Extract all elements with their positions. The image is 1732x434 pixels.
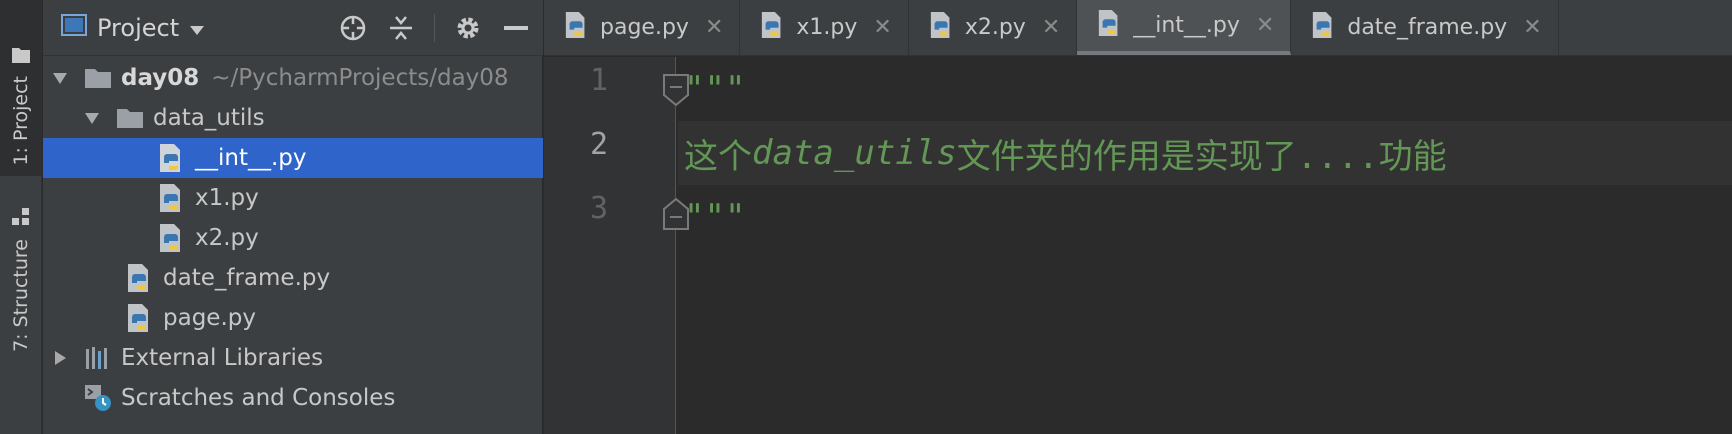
tree-node-x2-py[interactable]: x2.py bbox=[43, 218, 543, 258]
tab-label: x2.py bbox=[964, 15, 1026, 40]
docstring-open: """ bbox=[684, 69, 746, 109]
code-line-1: """ bbox=[678, 57, 1732, 121]
line-number: 2 bbox=[589, 127, 608, 162]
tree-label: data_utils bbox=[153, 105, 265, 131]
structure-tool-label: 7: Structure bbox=[10, 239, 32, 352]
python-file-icon bbox=[929, 11, 955, 45]
tab-x2-py[interactable]: x2.py ✕ bbox=[909, 0, 1078, 55]
close-icon[interactable]: ✕ bbox=[1256, 13, 1274, 38]
line-number: 3 bbox=[589, 191, 608, 226]
docstring-close: """ bbox=[684, 197, 746, 237]
tree-label: x2.py bbox=[195, 225, 259, 251]
editor-area: page.py ✕ x1.py ✕ x2.py ✕ __int__.py ✕ d… bbox=[544, 0, 1732, 434]
close-icon[interactable]: ✕ bbox=[873, 15, 891, 40]
folder-icon bbox=[11, 46, 31, 68]
project-panel: Project day08 ~/PycharmProjects/day08 da… bbox=[43, 0, 543, 434]
gear-icon[interactable] bbox=[453, 13, 483, 43]
python-file-icon bbox=[157, 183, 187, 213]
project-panel-header: Project bbox=[43, 0, 543, 56]
tree-label: page.py bbox=[163, 305, 256, 331]
tab-label: __int__.py bbox=[1133, 13, 1240, 38]
tree-node-date-frame-py[interactable]: date_frame.py bbox=[43, 258, 543, 298]
code-line-2: 这个 data_utils 文件夹的作用是实现了....功能 bbox=[678, 121, 1732, 185]
project-tool-label: 1: Project bbox=[10, 76, 32, 166]
pycharm-window: 1: Project 7: Structure Project day08 ~/… bbox=[0, 0, 1732, 434]
structure-icon bbox=[11, 207, 31, 231]
tree-label: x1.py bbox=[195, 185, 259, 211]
folder-icon bbox=[83, 63, 113, 93]
tree-node-scratches[interactable]: Scratches and Consoles bbox=[43, 378, 543, 418]
close-icon[interactable]: ✕ bbox=[705, 15, 723, 40]
tree-node-x1-py[interactable]: x1.py bbox=[43, 178, 543, 218]
project-view-selector[interactable]: Project bbox=[61, 12, 205, 44]
python-file-icon bbox=[157, 143, 187, 173]
line-number: 1 bbox=[589, 63, 608, 98]
chevron-down-icon bbox=[189, 14, 205, 42]
locate-icon[interactable] bbox=[338, 13, 368, 43]
project-panel-title: Project bbox=[97, 14, 180, 42]
python-file-icon bbox=[125, 303, 155, 333]
hide-panel-icon[interactable] bbox=[501, 13, 531, 43]
project-panel-actions bbox=[338, 10, 531, 46]
python-file-icon bbox=[157, 223, 187, 253]
code-line-3: """ bbox=[678, 185, 1732, 249]
folder-icon bbox=[115, 103, 145, 133]
tool-window-strip: 1: Project 7: Structure bbox=[0, 0, 42, 434]
tab-label: page.py bbox=[600, 15, 689, 40]
tab-x1-py[interactable]: x1.py ✕ bbox=[740, 0, 909, 55]
editor-gutter[interactable]: 1 2 3 bbox=[544, 57, 689, 434]
header-divider bbox=[434, 14, 435, 42]
expand-arrow-icon[interactable] bbox=[51, 69, 69, 87]
tree-path: ~/PycharmProjects/day08 bbox=[211, 65, 509, 91]
structure-tool-button[interactable]: 7: Structure bbox=[0, 190, 42, 362]
tree-label: date_frame.py bbox=[163, 265, 331, 291]
python-file-icon bbox=[564, 11, 590, 45]
tab-page-py[interactable]: page.py ✕ bbox=[544, 0, 741, 55]
tree-label: Scratches and Consoles bbox=[121, 385, 396, 411]
tree-label: day08 bbox=[121, 65, 200, 91]
tree-node-page-py[interactable]: page.py bbox=[43, 298, 543, 338]
libraries-icon bbox=[83, 343, 113, 373]
tree-node-day08[interactable]: day08 ~/PycharmProjects/day08 bbox=[43, 58, 543, 98]
python-file-icon bbox=[760, 11, 786, 45]
tree-label: __int__.py bbox=[195, 145, 307, 171]
project-tree: day08 ~/PycharmProjects/day08 data_utils… bbox=[43, 58, 543, 418]
tab-label: x1.py bbox=[796, 15, 858, 40]
tab-int-py[interactable]: __int__.py ✕ bbox=[1077, 0, 1292, 55]
tree-label: External Libraries bbox=[121, 345, 324, 371]
code-editor[interactable]: """ 这个 data_utils 文件夹的作用是实现了....功能 """ bbox=[678, 57, 1732, 434]
collapse-all-icon[interactable] bbox=[386, 13, 416, 43]
close-icon[interactable]: ✕ bbox=[1523, 15, 1541, 40]
editor-tab-bar: page.py ✕ x1.py ✕ x2.py ✕ __int__.py ✕ d… bbox=[544, 0, 1732, 56]
project-tool-button[interactable]: 1: Project bbox=[0, 0, 42, 176]
python-file-icon bbox=[1311, 11, 1337, 45]
tree-node-int-py[interactable]: __int__.py bbox=[43, 138, 543, 178]
docstring-text-part2: data_utils bbox=[752, 133, 957, 173]
scratches-icon bbox=[83, 383, 113, 413]
docstring-text-part3: 文件夹的作用是实现了....功能 bbox=[956, 136, 1447, 177]
tree-node-data-utils[interactable]: data_utils bbox=[43, 98, 543, 138]
tab-date-frame-py[interactable]: date_frame.py ✕ bbox=[1291, 0, 1559, 55]
project-window-icon bbox=[61, 14, 87, 42]
tree-node-external-libraries[interactable]: External Libraries bbox=[43, 338, 543, 378]
docstring-text-part1: 这个 bbox=[684, 136, 752, 177]
expand-arrow-icon[interactable] bbox=[83, 109, 101, 127]
expand-arrow-right-icon[interactable] bbox=[51, 349, 69, 367]
python-file-icon bbox=[125, 263, 155, 293]
close-icon[interactable]: ✕ bbox=[1042, 15, 1060, 40]
python-file-icon bbox=[1097, 9, 1123, 43]
tab-label: date_frame.py bbox=[1347, 15, 1508, 40]
